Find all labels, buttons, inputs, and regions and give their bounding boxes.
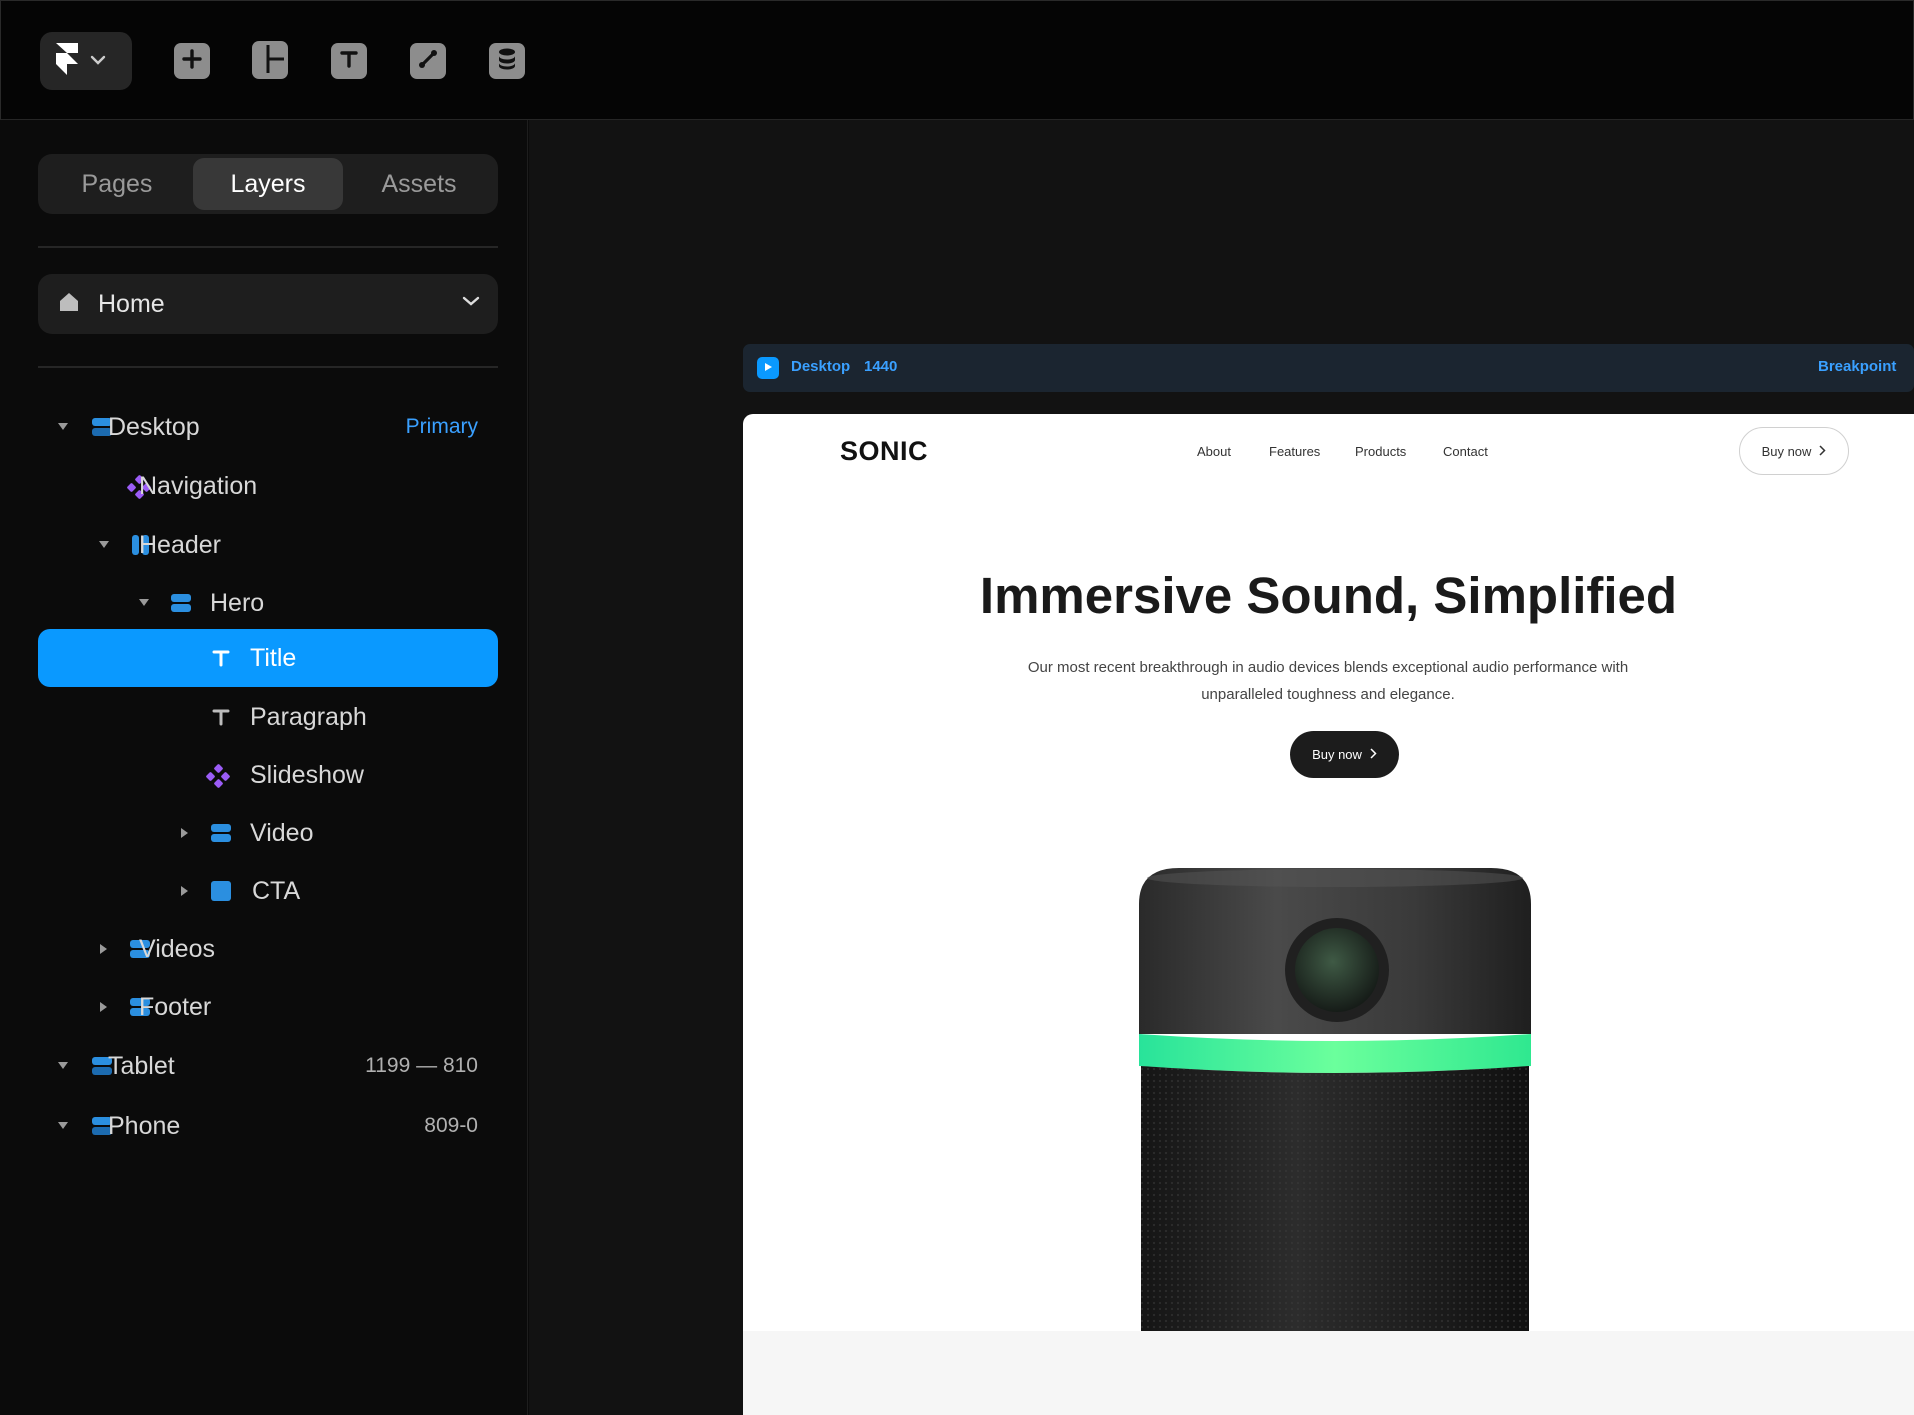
preview-button[interactable] xyxy=(757,357,779,379)
hero-title[interactable]: Immersive Sound, Simplified xyxy=(743,566,1914,625)
framer-logo-icon xyxy=(56,42,78,80)
layer-paragraph[interactable]: Paragraph xyxy=(38,688,498,746)
layer-video[interactable]: Video xyxy=(38,804,498,862)
chevron-right-icon xyxy=(1370,747,1377,762)
layer-meta: 809-0 xyxy=(424,1114,478,1137)
layout-icon xyxy=(252,40,288,82)
add-breakpoint-button[interactable]: Breakpoint xyxy=(1818,358,1896,375)
component-icon xyxy=(206,764,230,788)
layer-name: Footer xyxy=(139,993,212,1021)
layer-hero[interactable]: Hero xyxy=(38,574,498,632)
layer-slideshow[interactable]: Slideshow xyxy=(38,746,498,804)
tab-assets[interactable]: Assets xyxy=(344,158,494,210)
breakpoint-name: Desktop xyxy=(791,358,851,375)
link-icon xyxy=(416,47,440,76)
nav-link-features[interactable]: Features xyxy=(1269,444,1320,459)
nav-link-contact[interactable]: Contact xyxy=(1443,444,1488,459)
stack-icon xyxy=(210,822,232,844)
link-tool-button[interactable] xyxy=(410,43,446,79)
breakpoint-width: 1440 xyxy=(864,358,898,375)
desktop-frame[interactable]: SONIC About Features Products Contact Bu… xyxy=(743,414,1914,1415)
divider xyxy=(38,246,498,248)
caret-collapsed-icon xyxy=(181,828,188,838)
layer-navigation[interactable]: Navigation xyxy=(38,457,498,515)
layer-name: Slideshow xyxy=(250,761,364,789)
layer-header[interactable]: Header xyxy=(38,516,498,574)
chevron-down-icon xyxy=(462,294,480,312)
button-label: Buy now xyxy=(1761,443,1812,459)
frame-icon xyxy=(210,880,232,902)
nav-link-products[interactable]: Products xyxy=(1355,444,1406,459)
nav-link-about[interactable]: About xyxy=(1197,444,1231,459)
layer-name: Title xyxy=(250,644,297,672)
layer-name: CTA xyxy=(252,877,301,905)
caret-expanded-icon xyxy=(99,541,109,548)
speaker-image xyxy=(1139,868,1531,1331)
layer-cta[interactable]: CTA xyxy=(38,862,498,920)
chevron-right-icon xyxy=(1819,444,1826,459)
nav-buy-now-button[interactable]: Buy now xyxy=(1739,427,1849,475)
caret-collapsed-icon xyxy=(100,1002,107,1012)
text-icon xyxy=(210,706,232,728)
caret-expanded-icon xyxy=(58,1062,68,1069)
divider xyxy=(38,366,498,368)
site-logo[interactable]: SONIC xyxy=(840,436,928,467)
text-tool-button[interactable] xyxy=(331,43,367,79)
play-icon xyxy=(763,359,773,377)
layer-meta: 1199 — 810 xyxy=(365,1054,478,1077)
button-label: Buy now xyxy=(1312,747,1362,762)
top-toolbar xyxy=(0,0,1914,120)
insert-button[interactable] xyxy=(174,43,210,79)
text-icon xyxy=(210,647,232,669)
text-icon xyxy=(338,48,360,75)
framer-menu-button[interactable] xyxy=(40,32,132,90)
tab-layers[interactable]: Layers xyxy=(193,158,343,210)
layers-sidebar: Pages Layers Assets Home Desktop Primary… xyxy=(0,120,528,1415)
page-select-label: Home xyxy=(98,289,165,318)
layer-footer[interactable]: Footer xyxy=(38,978,498,1036)
layer-phone[interactable]: Phone 809-0 xyxy=(38,1097,498,1155)
layer-name: Hero xyxy=(210,589,265,617)
layer-desktop[interactable]: Desktop Primary xyxy=(38,398,498,456)
caret-expanded-icon xyxy=(139,599,149,606)
next-section-band xyxy=(743,1331,1914,1415)
layer-meta: Primary xyxy=(405,415,478,438)
caret-collapsed-icon xyxy=(181,886,188,896)
layer-name: Header xyxy=(139,531,221,559)
caret-expanded-icon xyxy=(58,423,68,430)
breakpoint-bar[interactable]: Desktop 1440 Breakpoint xyxy=(743,344,1914,392)
caret-expanded-icon xyxy=(58,1122,68,1129)
layer-name: Navigation xyxy=(139,472,258,500)
caret-collapsed-icon xyxy=(100,944,107,954)
stack-icon xyxy=(170,592,192,614)
layer-name: Desktop xyxy=(108,413,200,441)
layer-name: Phone xyxy=(108,1112,181,1140)
chevron-down-icon xyxy=(90,52,106,70)
layer-name: Paragraph xyxy=(250,703,367,731)
database-icon xyxy=(496,47,518,76)
home-icon xyxy=(58,291,80,318)
layer-videos[interactable]: Videos xyxy=(38,920,498,978)
add-icon xyxy=(181,48,203,75)
cms-button[interactable] xyxy=(489,43,525,79)
panel-tabs: Pages Layers Assets xyxy=(38,154,498,214)
layer-name: Tablet xyxy=(108,1052,175,1080)
hero-paragraph[interactable]: Our most recent breakthrough in audio de… xyxy=(993,654,1663,708)
layer-tablet[interactable]: Tablet 1199 — 810 xyxy=(38,1037,498,1095)
layer-name: Video xyxy=(250,819,314,847)
layer-name: Videos xyxy=(139,935,215,963)
page-select[interactable]: Home xyxy=(38,274,498,334)
hero-buy-now-button[interactable]: Buy now xyxy=(1290,731,1399,778)
layer-title[interactable]: Title xyxy=(38,629,498,687)
layout-button[interactable] xyxy=(252,40,288,82)
tab-pages[interactable]: Pages xyxy=(42,158,192,210)
